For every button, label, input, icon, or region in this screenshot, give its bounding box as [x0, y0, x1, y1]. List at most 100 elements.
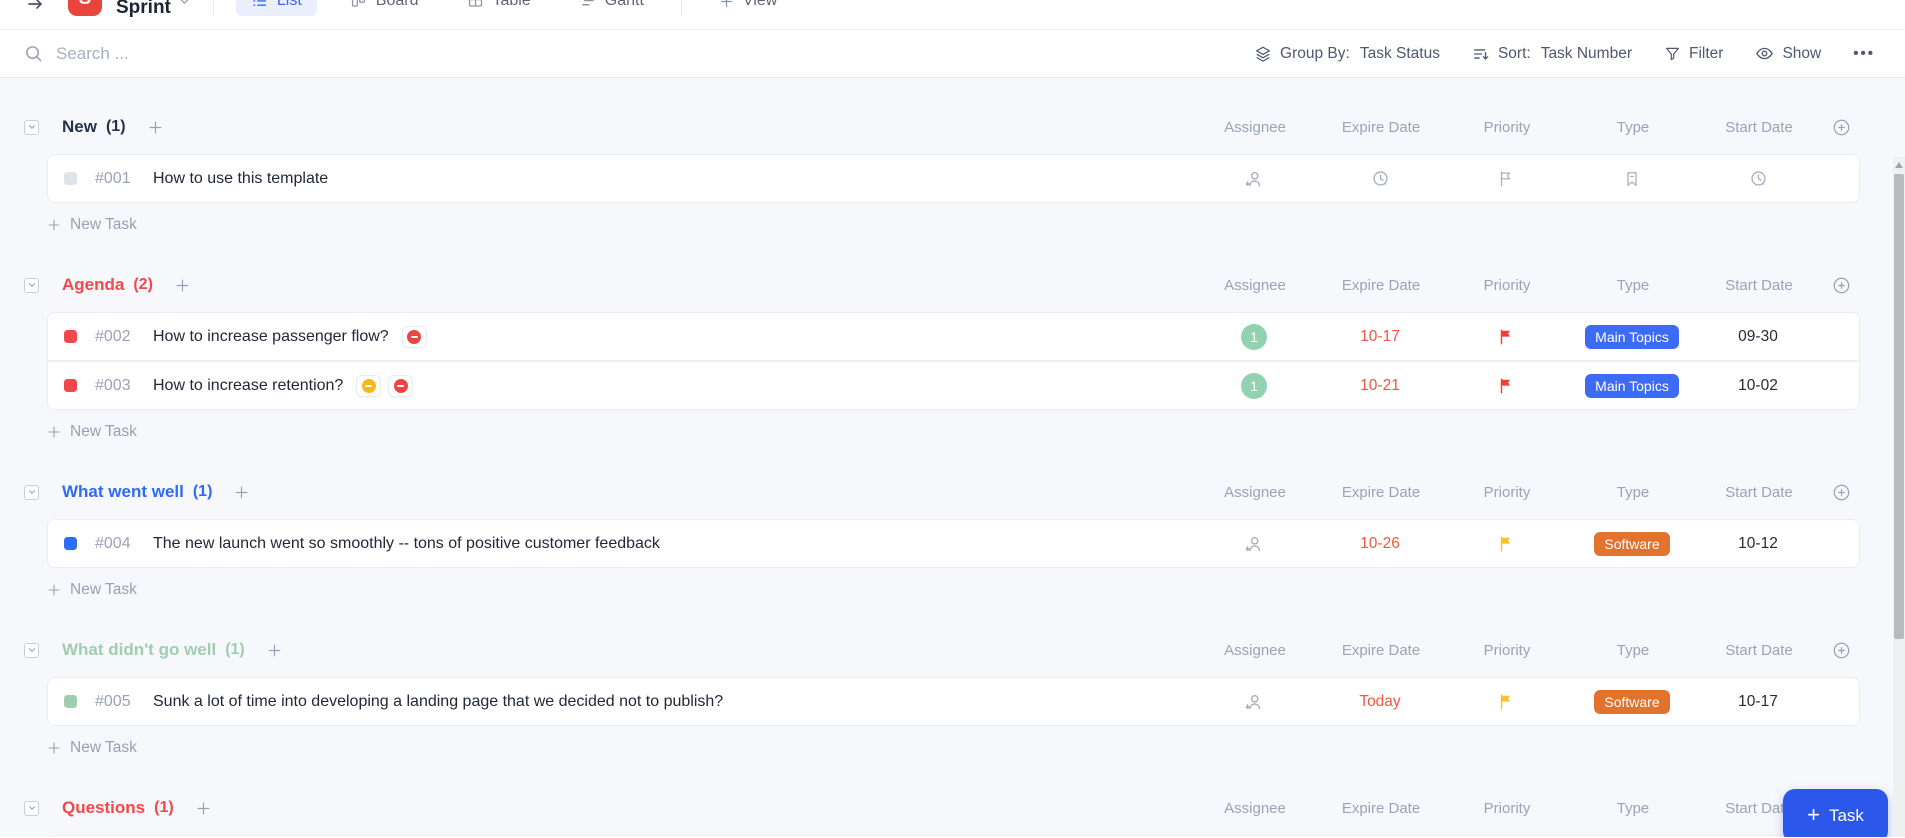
column-header-start-date[interactable]: Start Date — [1696, 119, 1822, 136]
column-header-priority[interactable]: Priority — [1444, 277, 1570, 294]
blocked-badge[interactable] — [401, 325, 427, 348]
add-task-icon[interactable] — [196, 801, 211, 816]
group-name[interactable]: Agenda — [62, 275, 124, 295]
expire-date[interactable]: 10-21 — [1360, 377, 1400, 395]
avatar[interactable]: 1 — [1241, 323, 1267, 350]
type-tag[interactable]: Main Topics — [1585, 324, 1679, 349]
chevron-down-icon[interactable] — [178, 0, 191, 13]
tab-table[interactable]: Table — [452, 0, 546, 16]
vertical-scrollbar[interactable] — [1893, 157, 1905, 837]
column-header-type[interactable]: Type — [1570, 800, 1696, 817]
task-status-checkbox[interactable] — [64, 537, 77, 550]
group-name[interactable]: New — [62, 117, 97, 137]
sort-control[interactable]: Sort: Task Number — [1472, 45, 1632, 63]
add-task-button[interactable]: + Task — [1783, 789, 1888, 837]
warning-badge[interactable] — [356, 374, 382, 397]
expand-sidebar-icon[interactable] — [26, 0, 46, 14]
task-status-checkbox[interactable] — [64, 330, 77, 343]
task-row[interactable]: #002 How to increase passenger flow? 1 1… — [47, 312, 1860, 361]
task-row[interactable]: #003 How to increase retention? 1 10-21 … — [47, 361, 1860, 410]
column-header-type[interactable]: Type — [1570, 277, 1696, 294]
collapse-group-toggle[interactable] — [24, 800, 39, 816]
tab-board[interactable]: Board — [335, 0, 434, 16]
group-name[interactable]: Questions — [62, 798, 145, 818]
task-title[interactable]: Sunk a lot of time into developing a lan… — [153, 693, 723, 711]
search-input[interactable] — [56, 43, 476, 64]
show-control[interactable]: Show — [1755, 44, 1821, 63]
task-status-checkbox[interactable] — [64, 172, 77, 185]
start-date[interactable]: 09-30 — [1738, 328, 1778, 346]
collapse-group-toggle[interactable] — [24, 119, 39, 135]
tab-gantt[interactable]: Gantt — [564, 0, 659, 16]
column-header-priority[interactable]: Priority — [1444, 800, 1570, 817]
task-status-checkbox[interactable] — [64, 695, 77, 708]
task-row[interactable]: #001 How to use this template — [47, 154, 1860, 203]
task-row[interactable] — [47, 835, 1860, 837]
workspace-logo[interactable]: S — [68, 0, 102, 16]
column-header-assignee[interactable]: Assignee — [1192, 277, 1318, 294]
new-task-button[interactable]: New Task — [47, 579, 137, 601]
sort-value[interactable]: Task Number — [1541, 45, 1632, 63]
collapse-group-toggle[interactable] — [24, 642, 39, 658]
column-header-expire-date[interactable]: Expire Date — [1318, 800, 1444, 817]
expire-date[interactable]: 10-17 — [1360, 328, 1400, 346]
new-task-button[interactable]: New Task — [47, 214, 137, 236]
column-header-start-date[interactable]: Start Date — [1696, 642, 1822, 659]
scrollbar-thumb[interactable] — [1894, 174, 1904, 639]
column-header-type[interactable]: Type — [1570, 484, 1696, 501]
add-column-icon[interactable] — [1822, 483, 1860, 502]
start-date[interactable]: 10-17 — [1738, 693, 1778, 711]
collapse-group-toggle[interactable] — [24, 484, 39, 500]
priority-flag-icon[interactable] — [1443, 693, 1569, 711]
filter-control[interactable]: Filter — [1664, 45, 1723, 63]
add-column-icon[interactable] — [1822, 118, 1860, 137]
column-header-type[interactable]: Type — [1570, 642, 1696, 659]
task-title[interactable]: How to increase passenger flow? — [153, 328, 389, 346]
priority-flag-icon[interactable] — [1443, 328, 1569, 346]
assignee-placeholder-icon[interactable] — [1191, 169, 1317, 189]
column-header-priority[interactable]: Priority — [1444, 484, 1570, 501]
add-task-icon[interactable] — [148, 120, 163, 135]
add-task-icon[interactable] — [175, 278, 190, 293]
column-header-assignee[interactable]: Assignee — [1192, 484, 1318, 501]
collapse-group-toggle[interactable] — [24, 277, 39, 293]
column-header-assignee[interactable]: Assignee — [1192, 119, 1318, 136]
group-by-control[interactable]: Group By: Task Status — [1254, 45, 1440, 63]
priority-flag-icon[interactable] — [1443, 377, 1569, 395]
blocked-badge[interactable] — [388, 374, 414, 397]
column-header-expire-date[interactable]: Expire Date — [1318, 484, 1444, 501]
column-header-expire-date[interactable]: Expire Date — [1318, 277, 1444, 294]
type-tag[interactable]: Software — [1594, 689, 1670, 714]
task-row[interactable]: #004 The new launch went so smoothly -- … — [47, 519, 1860, 568]
task-row[interactable]: #005 Sunk a lot of time into developing … — [47, 677, 1860, 726]
column-header-priority[interactable]: Priority — [1444, 119, 1570, 136]
assignee-placeholder-icon[interactable] — [1191, 692, 1317, 712]
start-date-placeholder-icon[interactable] — [1695, 169, 1821, 188]
type-placeholder-icon[interactable] — [1569, 170, 1695, 188]
group-by-value[interactable]: Task Status — [1360, 45, 1440, 63]
avatar[interactable]: 1 — [1241, 372, 1267, 399]
add-column-icon[interactable] — [1822, 641, 1860, 660]
column-header-type[interactable]: Type — [1570, 119, 1696, 136]
add-task-icon[interactable] — [267, 643, 282, 658]
priority-flag-icon[interactable] — [1443, 535, 1569, 553]
task-title[interactable]: The new launch went so smoothly -- tons … — [153, 535, 660, 553]
column-header-expire-date[interactable]: Expire Date — [1318, 119, 1444, 136]
column-header-start-date[interactable]: Start Date — [1696, 484, 1822, 501]
add-view-button[interactable]: View — [704, 0, 792, 16]
more-options-button[interactable]: ••• — [1853, 45, 1875, 62]
group-name[interactable]: What went well — [62, 482, 184, 502]
column-header-start-date[interactable]: Start Date — [1696, 277, 1822, 294]
scroll-up-arrow[interactable] — [1895, 162, 1903, 168]
column-header-assignee[interactable]: Assignee — [1192, 800, 1318, 817]
new-task-button[interactable]: New Task — [47, 421, 137, 443]
task-title[interactable]: How to increase retention? — [153, 377, 343, 395]
tab-list[interactable]: List — [235, 0, 317, 16]
type-tag[interactable]: Software — [1594, 531, 1670, 556]
column-header-expire-date[interactable]: Expire Date — [1318, 642, 1444, 659]
add-column-icon[interactable] — [1822, 276, 1860, 295]
group-name[interactable]: What didn't go well — [62, 640, 216, 660]
column-header-assignee[interactable]: Assignee — [1192, 642, 1318, 659]
start-date[interactable]: 10-02 — [1738, 377, 1778, 395]
expire-date[interactable]: 10-26 — [1360, 535, 1400, 553]
